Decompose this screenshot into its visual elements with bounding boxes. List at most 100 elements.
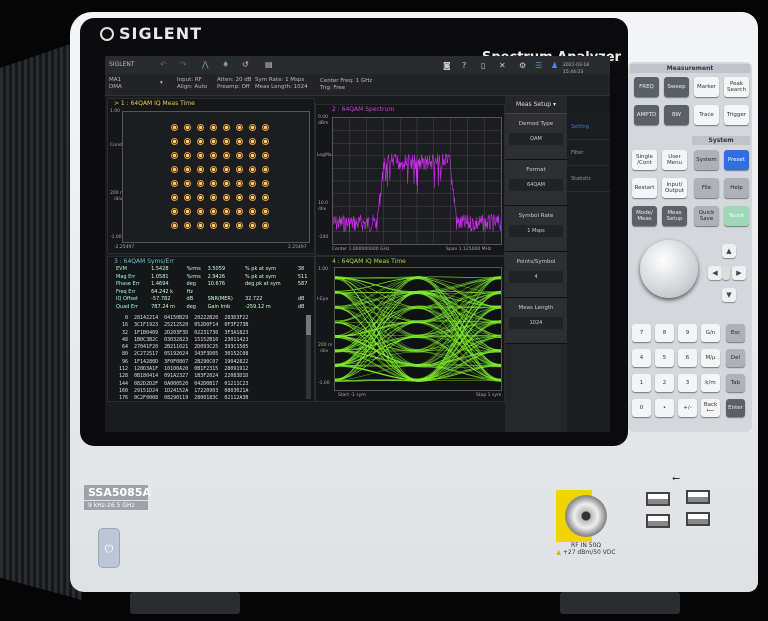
key-5[interactable]: 5 bbox=[655, 349, 674, 367]
window-symbols-errors[interactable]: 3 : 64QAM Syms/Err EVM 1.5428 %rms 3.5059 % … bbox=[107, 256, 315, 402]
window-spectrum[interactable]: 2 : 64QAM Spectrum 0.00 dBm LogMag 10.0 … bbox=[315, 104, 505, 256]
symbol-table: 0 28142214 04150B29 20222B20 283D3F22 16 3C1F1… bbox=[116, 315, 251, 403]
key-meas-setup[interactable]: Meas Setup bbox=[662, 206, 687, 226]
key-single-cont[interactable]: Single /Cont bbox=[632, 150, 657, 170]
key-del[interactable]: Del bbox=[726, 349, 745, 367]
menu-item-value[interactable]: 64QAM bbox=[509, 179, 563, 191]
key-0[interactable]: 0 bbox=[632, 399, 651, 417]
menu-item[interactable]: Symbol Rate 1 Msps bbox=[505, 206, 567, 252]
menu-item[interactable]: Format 64QAM bbox=[505, 160, 567, 206]
message-icon[interactable]: ▤ bbox=[265, 60, 273, 69]
rf-input-connector[interactable] bbox=[565, 495, 607, 537]
mode-dropdown-icon[interactable]: ▾ bbox=[160, 80, 163, 87]
key-k-m[interactable]: k/m bbox=[701, 374, 720, 392]
arrow-up-button[interactable]: ▲ bbox=[722, 244, 736, 258]
menu-item-value[interactable]: 4 bbox=[509, 271, 563, 283]
key-4[interactable]: 4 bbox=[632, 349, 651, 367]
key-trigger[interactable]: Trigger bbox=[724, 105, 749, 125]
key-back-[interactable]: Back ⟵ bbox=[701, 399, 720, 417]
constellation-point bbox=[210, 208, 217, 215]
eye-diagram-plot bbox=[334, 267, 502, 391]
center-freq: Center 1.000000000 GHz bbox=[332, 247, 390, 252]
key-3[interactable]: 3 bbox=[678, 374, 697, 392]
key-system[interactable]: System bbox=[694, 150, 719, 170]
usb-port[interactable] bbox=[686, 512, 710, 526]
window-eye-diagram[interactable]: 4 : 64QAM IQ Meas Time 1.00 I-Eye 200 m … bbox=[315, 256, 505, 402]
menu-item-value[interactable]: 1024 bbox=[509, 317, 563, 329]
usb-port[interactable] bbox=[686, 490, 710, 504]
undo-icon[interactable]: ↶ bbox=[160, 60, 167, 69]
settings-icon[interactable]: ⚙ bbox=[519, 62, 526, 70]
usb-port[interactable] bbox=[646, 492, 670, 506]
arrow-down-button[interactable]: ▼ bbox=[722, 288, 736, 302]
redo-icon[interactable]: ↷ bbox=[180, 60, 187, 69]
key-input-output[interactable]: Input/ Output bbox=[662, 178, 687, 198]
key-user-menu[interactable]: User Menu bbox=[662, 150, 687, 170]
key-7[interactable]: 7 bbox=[632, 324, 651, 342]
peak-icon[interactable]: ⋀ bbox=[202, 60, 209, 69]
user-icon[interactable]: ♟ bbox=[551, 62, 558, 70]
usb-port[interactable] bbox=[646, 514, 670, 528]
key-m-[interactable]: M/µ bbox=[701, 349, 720, 367]
menu-item-value[interactable]: QAM bbox=[509, 133, 563, 145]
key-1[interactable]: 1 bbox=[632, 374, 651, 392]
key-file[interactable]: File bbox=[694, 178, 719, 198]
key--[interactable]: • bbox=[655, 399, 674, 417]
key-restart[interactable]: Restart bbox=[632, 178, 657, 198]
metric-cell: 1.5428 bbox=[151, 266, 169, 272]
symbol-cell: 343F3D05 bbox=[194, 351, 219, 358]
power-button[interactable]: ⏻ bbox=[98, 528, 120, 568]
history-icon[interactable]: ↺ bbox=[242, 60, 249, 69]
key-mode-meas[interactable]: Mode/ Meas bbox=[632, 206, 657, 226]
key-2[interactable]: 2 bbox=[655, 374, 674, 392]
window-constellation[interactable]: > 1 : 64QAM IQ Meas Time 1.00 Const 200 … bbox=[107, 98, 315, 254]
key-9[interactable]: 9 bbox=[678, 324, 697, 342]
key-6[interactable]: 6 bbox=[678, 349, 697, 367]
key-g-n[interactable]: G/n bbox=[701, 324, 720, 342]
mode-indicator[interactable]: MA1 DMA bbox=[109, 77, 122, 91]
constellation-point bbox=[210, 194, 217, 201]
file-icon[interactable]: ▯ bbox=[481, 62, 485, 70]
metric-cell: dB bbox=[297, 303, 305, 310]
key-preset[interactable]: Preset bbox=[724, 150, 749, 170]
symbol-cell: 0803021A bbox=[224, 387, 249, 394]
symbol-cell: 052D0F14 bbox=[194, 322, 219, 329]
key-trace[interactable]: Trace bbox=[694, 105, 719, 125]
menu-item[interactable]: Demod Type QAM bbox=[505, 114, 567, 160]
menu-item-value[interactable]: 1 Msps bbox=[509, 225, 563, 237]
table-row: 48 1B0C3B2C 03032823 15152B10 23011423 bbox=[116, 337, 251, 344]
tab-setting[interactable]: Setting bbox=[567, 114, 610, 140]
symbol-cell: 2D203F3D bbox=[164, 329, 189, 336]
arrow-left-button[interactable]: ◀ bbox=[708, 266, 722, 280]
key-esc[interactable]: Esc bbox=[726, 324, 745, 342]
tab-statistic[interactable]: Statistic bbox=[567, 166, 610, 192]
scrollbar[interactable] bbox=[306, 315, 311, 399]
key-marker[interactable]: Marker bbox=[694, 77, 719, 97]
constellation-point bbox=[223, 180, 230, 187]
arrow-right-button[interactable]: ▶ bbox=[732, 266, 746, 280]
key-quick-save[interactable]: Quick Save bbox=[694, 206, 719, 226]
menu-list-icon[interactable]: ☰ bbox=[535, 62, 542, 70]
key-amptd[interactable]: AMPTD bbox=[634, 105, 659, 125]
tab-filter[interactable]: Filter bbox=[567, 140, 610, 166]
key-help[interactable]: Help bbox=[724, 178, 749, 198]
key-bw[interactable]: BW bbox=[664, 105, 689, 125]
constellation-point bbox=[223, 194, 230, 201]
key-touch[interactable]: Touch bbox=[724, 206, 749, 226]
menu-item[interactable]: Points/Symbol 4 bbox=[505, 252, 567, 298]
key-tab[interactable]: Tab bbox=[726, 374, 745, 392]
menu-item[interactable]: Meas Length 1024 bbox=[505, 298, 567, 344]
key-8[interactable]: 8 bbox=[655, 324, 674, 342]
key-freq[interactable]: FREQ bbox=[634, 77, 659, 97]
key-peak-search[interactable]: Peak Search bbox=[724, 77, 749, 97]
menu-header[interactable]: Meas Setup ▾ bbox=[505, 96, 567, 114]
key-enter[interactable]: Enter bbox=[726, 399, 745, 417]
marker-icon[interactable]: ♦ bbox=[222, 60, 229, 69]
rotary-knob[interactable] bbox=[640, 240, 698, 298]
help-icon[interactable]: ? bbox=[462, 62, 466, 70]
key--[interactable]: +/- bbox=[678, 399, 697, 417]
tools-icon[interactable]: ✕ bbox=[499, 62, 506, 70]
metric-row: Mag Err 1.0581 %rms 2.9426 % pk at sym 511 bbox=[116, 274, 312, 282]
key-sweep[interactable]: Sweep bbox=[664, 77, 689, 97]
camera-icon[interactable]: ◙ bbox=[443, 62, 451, 70]
